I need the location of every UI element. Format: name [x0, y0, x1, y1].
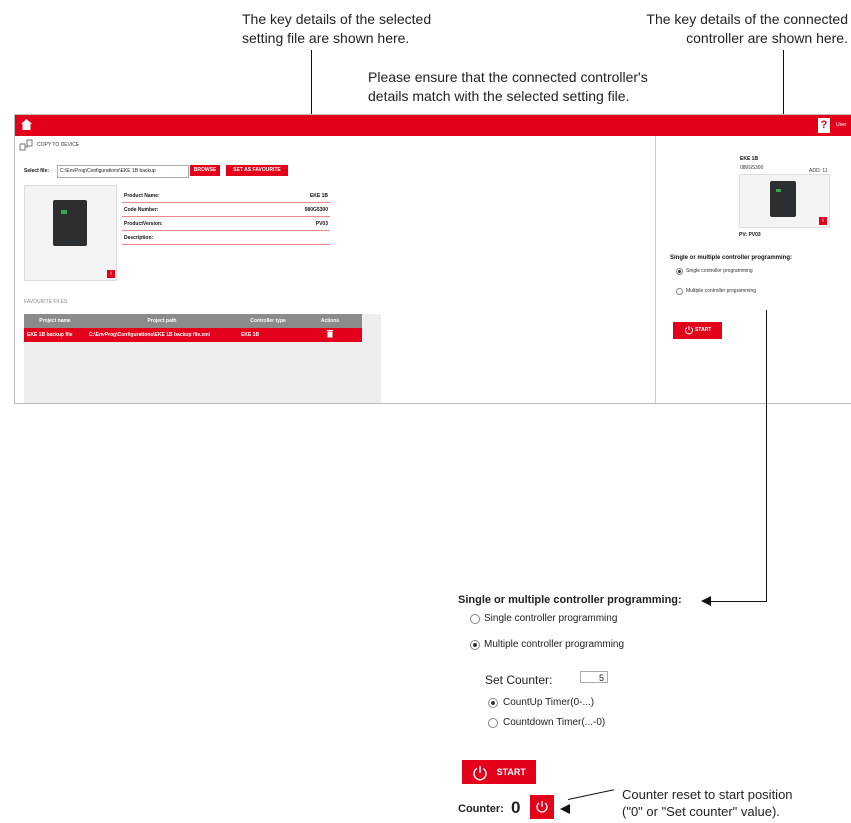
callout-match-line2: details match with the selected setting … [368, 88, 630, 104]
option-single-label: Single controller programming [686, 268, 753, 274]
top-bar: ? User [15, 115, 851, 136]
user-label[interactable]: User [836, 122, 847, 128]
lower-start-button[interactable]: START [462, 760, 536, 784]
callout-setting-file-line2: setting file are shown here. [242, 30, 410, 46]
home-icon [21, 119, 32, 130]
lower-radio-multiple[interactable] [470, 640, 480, 650]
option-multiple-label: Multiple controller programming [686, 288, 757, 294]
col-actions[interactable]: Actions [298, 314, 362, 328]
reset-icon [536, 801, 548, 813]
col-project-name[interactable]: Project name [24, 314, 86, 328]
col-project-path[interactable]: Project path [86, 314, 238, 328]
set-favourite-button[interactable]: SET AS FAVOURITE [226, 165, 288, 176]
help-button[interactable]: ? [818, 118, 830, 133]
left-pane: COPY TO DEVICE Select file: C:\EnvProg\C… [15, 136, 655, 403]
countdown-radio[interactable] [488, 718, 498, 728]
product-image: i [24, 185, 117, 281]
callout-counter-reset-line1: Counter reset to start position [622, 787, 793, 802]
callout-match-line1: Please ensure that the connected control… [368, 69, 648, 85]
callout-counter-reset: Counter reset to start position ("0" or … [622, 786, 850, 820]
lower-start-label: START [496, 767, 526, 777]
controller-info-icon[interactable]: i [819, 217, 827, 225]
counter-value: 0 [511, 798, 521, 817]
favourite-files-label: FAVOURITE FILES [24, 299, 68, 305]
breadcrumb: COPY TO DEVICE [37, 142, 80, 148]
lower-radio-single[interactable] [470, 614, 480, 624]
arrow-counter-reset [567, 789, 615, 800]
col-controller-type[interactable]: Controller type [238, 314, 298, 328]
countdown-label: Countdown Timer(...-0) [503, 717, 606, 728]
callout-controller-line2: controller are shown here. [686, 30, 848, 46]
trash-icon[interactable] [327, 330, 333, 338]
arrow-counter-reset-head [560, 804, 570, 814]
arrow-to-lower-panel-head [701, 596, 711, 606]
select-file-label: Select file: [24, 168, 50, 174]
info-icon[interactable]: i [107, 270, 115, 278]
start-button[interactable]: START [673, 322, 722, 339]
lower-option-multiple-label: Multiple controller programming [484, 639, 625, 650]
row-controller-type: EKE 1B [238, 328, 298, 342]
radio-multiple[interactable] [676, 288, 683, 295]
controller-name: EKE 1B [740, 156, 759, 162]
callout-match: Please ensure that the connected control… [368, 68, 698, 106]
copy-device-icon [19, 139, 33, 151]
row-project-name: EKE 1B backup file [24, 328, 86, 342]
info-row-product-name: Product Name: EKE 1B [122, 191, 330, 203]
power-icon [684, 325, 693, 335]
lower-option-single-label: Single controller programming [484, 613, 618, 624]
countup-radio[interactable] [488, 698, 498, 708]
info-row-description: Description: [122, 233, 330, 245]
set-counter-label: Set Counter: [485, 673, 553, 687]
controller-pv: PV: PV03 [739, 232, 761, 238]
info-row-product-version: ProductVersion: PV03 [122, 219, 330, 231]
lower-power-icon [473, 765, 487, 781]
counter-reset-button[interactable] [530, 795, 554, 819]
callout-setting-file-line1: The key details of the selected [242, 11, 432, 27]
controller-image: i [739, 174, 830, 228]
browse-button[interactable]: BROWSE [190, 165, 220, 176]
callout-controller: The key details of the connected control… [614, 10, 848, 48]
arrow-to-lower-panel-h [711, 601, 767, 602]
set-counter-input[interactable]: 5 [580, 671, 608, 683]
callout-counter-reset-line2: ("0" or "Set counter" value). [622, 804, 780, 819]
right-pane: EKE 1B 080G5300 ADD: 11 i PV: PV03 Singl… [655, 136, 851, 403]
programming-title: Single or multiple controller programmin… [670, 255, 793, 261]
countup-label: CountUp Timer(0-...) [503, 697, 595, 708]
table-row[interactable]: EKE 1B backup file C:\EnvProg\Configurat… [24, 328, 362, 342]
home-button[interactable] [19, 118, 34, 133]
callout-controller-line1: The key details of the connected [646, 11, 848, 27]
row-project-path: C:\EnvProg\Configurations\EKE 1B backup … [86, 328, 238, 342]
app-window: ? User COPY TO DEVICE Select file: C:\En… [14, 114, 851, 404]
counter-label: Counter: [458, 803, 504, 815]
select-file-input[interactable]: C:\EnvProg\Configurations\EKE 1B backup [57, 165, 189, 178]
controller-code: 080G5300 [740, 165, 764, 171]
favourites-table: Project name Project path Controller typ… [24, 314, 362, 342]
radio-single[interactable] [676, 268, 683, 275]
info-row-code-number: Code Number: 080G5300 [122, 205, 330, 217]
row-actions [298, 328, 362, 342]
start-label: START [695, 327, 712, 333]
arrow-to-lower-panel-v [766, 310, 767, 602]
callout-setting-file: The key details of the selected setting … [242, 10, 482, 48]
lower-programming-title: Single or multiple controller programmin… [458, 594, 682, 606]
